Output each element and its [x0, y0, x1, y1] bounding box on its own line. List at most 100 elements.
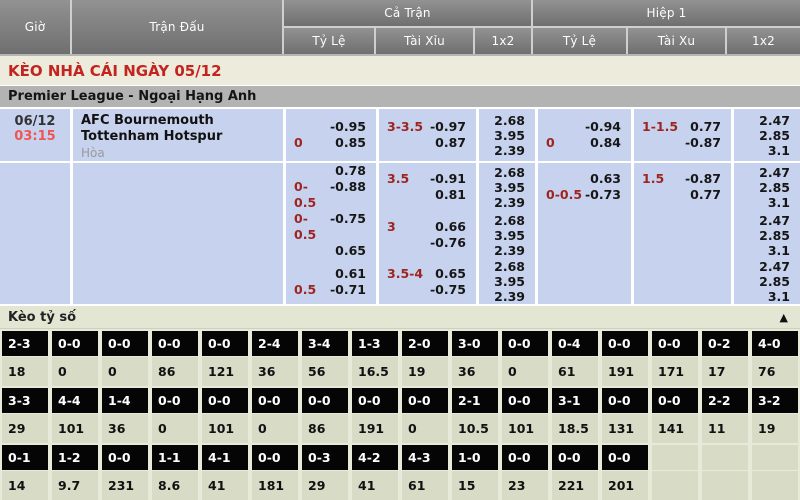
score-cell[interactable]: 2-4 — [252, 331, 298, 356]
score-odds-cell[interactable]: 0 — [402, 414, 448, 443]
score-odds-cell[interactable]: 10.5 — [452, 414, 498, 443]
score-odds-cell[interactable]: 14 — [2, 471, 48, 500]
score-odds-cell[interactable]: 231 — [102, 471, 148, 500]
score-odds-cell[interactable]: 181 — [252, 471, 298, 500]
h1-handicap-cell[interactable] — [538, 211, 631, 259]
ft-overunder-cell[interactable]: 3.5-40.65-0.75 — [379, 259, 476, 304]
score-cell[interactable]: 0-0 — [52, 331, 98, 356]
score-cell[interactable]: 0-0 — [202, 388, 248, 413]
score-cell[interactable]: 0-0 — [102, 331, 148, 356]
score-cell[interactable]: 4-1 — [202, 445, 248, 470]
score-odds-cell[interactable]: 9.7 — [52, 471, 98, 500]
h1-overunder-cell[interactable] — [634, 259, 731, 304]
ft-1x2-cell[interactable]: 2.683.952.39 — [479, 109, 535, 161]
score-odds-cell[interactable]: 101 — [502, 414, 548, 443]
score-odds-cell[interactable]: 29 — [2, 414, 48, 443]
score-cell[interactable]: 2-1 — [452, 388, 498, 413]
h1-overunder-cell[interactable]: 1-1.50.77-0.87 — [634, 109, 731, 161]
h1-handicap-cell[interactable] — [538, 259, 631, 304]
score-odds-cell[interactable]: 121 — [202, 357, 248, 386]
score-cell[interactable]: 4-2 — [352, 445, 398, 470]
score-odds-cell[interactable]: 8.6 — [152, 471, 198, 500]
score-odds-cell[interactable]: 15 — [452, 471, 498, 500]
score-odds-cell[interactable]: 86 — [152, 357, 198, 386]
h1-1x2-cell[interactable]: 2.472.853.1 — [734, 211, 800, 259]
score-cell[interactable]: 3-3 — [2, 388, 48, 413]
score-cell[interactable]: 0-0 — [652, 331, 698, 356]
ft-1x2-cell[interactable]: 2.683.952.39 — [479, 211, 535, 259]
collapse-arrow-icon[interactable]: ▲ — [780, 311, 788, 324]
score-odds-cell[interactable]: 0 — [52, 357, 98, 386]
score-cell[interactable]: 0-0 — [402, 388, 448, 413]
score-cell[interactable]: 4-3 — [402, 445, 448, 470]
score-odds-cell[interactable]: 29 — [302, 471, 348, 500]
score-cell[interactable]: 0-0 — [502, 331, 548, 356]
score-cell[interactable]: 1-3 — [352, 331, 398, 356]
score-odds-cell[interactable]: 0 — [502, 357, 548, 386]
ft-1x2-cell[interactable]: 2.683.952.39 — [479, 259, 535, 304]
score-odds-cell[interactable]: 36 — [102, 414, 148, 443]
score-cell[interactable]: 3-2 — [752, 388, 798, 413]
score-cell[interactable]: 0-2 — [702, 331, 748, 356]
score-cell[interactable]: 0-0 — [502, 445, 548, 470]
score-cell[interactable]: 2-3 — [2, 331, 48, 356]
score-cell[interactable]: 0-0 — [252, 445, 298, 470]
score-odds-cell[interactable]: 23 — [502, 471, 548, 500]
score-odds-cell[interactable]: 0 — [102, 357, 148, 386]
score-cell[interactable]: 0-0 — [302, 388, 348, 413]
score-cell[interactable]: 3-0 — [452, 331, 498, 356]
score-cell[interactable]: 0-0 — [152, 331, 198, 356]
score-odds-cell[interactable]: 201 — [602, 471, 648, 500]
score-cell[interactable]: 0-0 — [152, 388, 198, 413]
score-odds-cell[interactable]: 0 — [152, 414, 198, 443]
h1-overunder-cell[interactable]: 1.5-0.870.77 — [634, 163, 731, 211]
score-cell[interactable]: 0-0 — [652, 388, 698, 413]
score-odds-cell[interactable]: 61 — [552, 357, 598, 386]
ft-overunder-cell[interactable]: 3-3.5-0.970.87 — [379, 109, 476, 161]
score-cell[interactable]: 1-0 — [452, 445, 498, 470]
score-cell[interactable]: 0-0 — [602, 331, 648, 356]
ft-1x2-cell[interactable]: 2.683.952.39 — [479, 163, 535, 211]
score-odds-cell[interactable]: 19 — [752, 414, 798, 443]
score-cell[interactable]: 0-0 — [352, 388, 398, 413]
score-odds-cell[interactable]: 17 — [702, 357, 748, 386]
score-odds-cell[interactable]: 41 — [352, 471, 398, 500]
score-cell[interactable]: 4-0 — [752, 331, 798, 356]
score-cell[interactable]: 0-3 — [302, 445, 348, 470]
ft-handicap-cell[interactable]: 0-0.5-0.750.65 — [286, 211, 376, 259]
score-odds-cell[interactable]: 101 — [52, 414, 98, 443]
ft-overunder-cell[interactable]: 30.66-0.76 — [379, 211, 476, 259]
ft-handicap-cell[interactable]: -0.9500.85 — [286, 109, 376, 161]
h1-1x2-cell[interactable]: 2.472.853.1 — [734, 163, 800, 211]
h1-1x2-cell[interactable]: 2.472.853.1 — [734, 259, 800, 304]
h1-1x2-cell[interactable]: 2.472.853.1 — [734, 109, 800, 161]
h1-handicap-cell[interactable]: -0.9400.84 — [538, 109, 631, 161]
score-odds-cell[interactable]: 191 — [602, 357, 648, 386]
h1-overunder-cell[interactable] — [634, 211, 731, 259]
ft-handicap-cell[interactable]: 0.780-0.5-0.88 — [286, 163, 376, 211]
score-odds-cell[interactable]: 36 — [252, 357, 298, 386]
score-odds-cell[interactable]: 171 — [652, 357, 698, 386]
score-odds-cell[interactable]: 76 — [752, 357, 798, 386]
score-odds-cell[interactable]: 191 — [352, 414, 398, 443]
h1-handicap-cell[interactable]: 0.630-0.5-0.73 — [538, 163, 631, 211]
score-odds-cell[interactable]: 131 — [602, 414, 648, 443]
score-odds-cell[interactable]: 101 — [202, 414, 248, 443]
score-odds-cell[interactable]: 0 — [252, 414, 298, 443]
score-cell[interactable]: 0-1 — [2, 445, 48, 470]
score-cell[interactable]: 3-4 — [302, 331, 348, 356]
score-cell[interactable]: 4-4 — [52, 388, 98, 413]
score-odds-cell[interactable]: 41 — [202, 471, 248, 500]
score-odds-cell[interactable]: 61 — [402, 471, 448, 500]
score-odds-cell[interactable]: 11 — [702, 414, 748, 443]
score-odds-cell[interactable]: 86 — [302, 414, 348, 443]
score-cell[interactable]: 3-1 — [552, 388, 598, 413]
ft-handicap-cell[interactable]: 0.610.5-0.71 — [286, 259, 376, 304]
ft-overunder-cell[interactable]: 3.5-0.910.81 — [379, 163, 476, 211]
score-cell[interactable]: 0-0 — [552, 445, 598, 470]
score-cell[interactable]: 1-2 — [52, 445, 98, 470]
score-cell[interactable]: 2-2 — [702, 388, 748, 413]
score-cell[interactable]: 2-0 — [402, 331, 448, 356]
score-odds-cell[interactable]: 221 — [552, 471, 598, 500]
score-cell[interactable]: 0-0 — [252, 388, 298, 413]
